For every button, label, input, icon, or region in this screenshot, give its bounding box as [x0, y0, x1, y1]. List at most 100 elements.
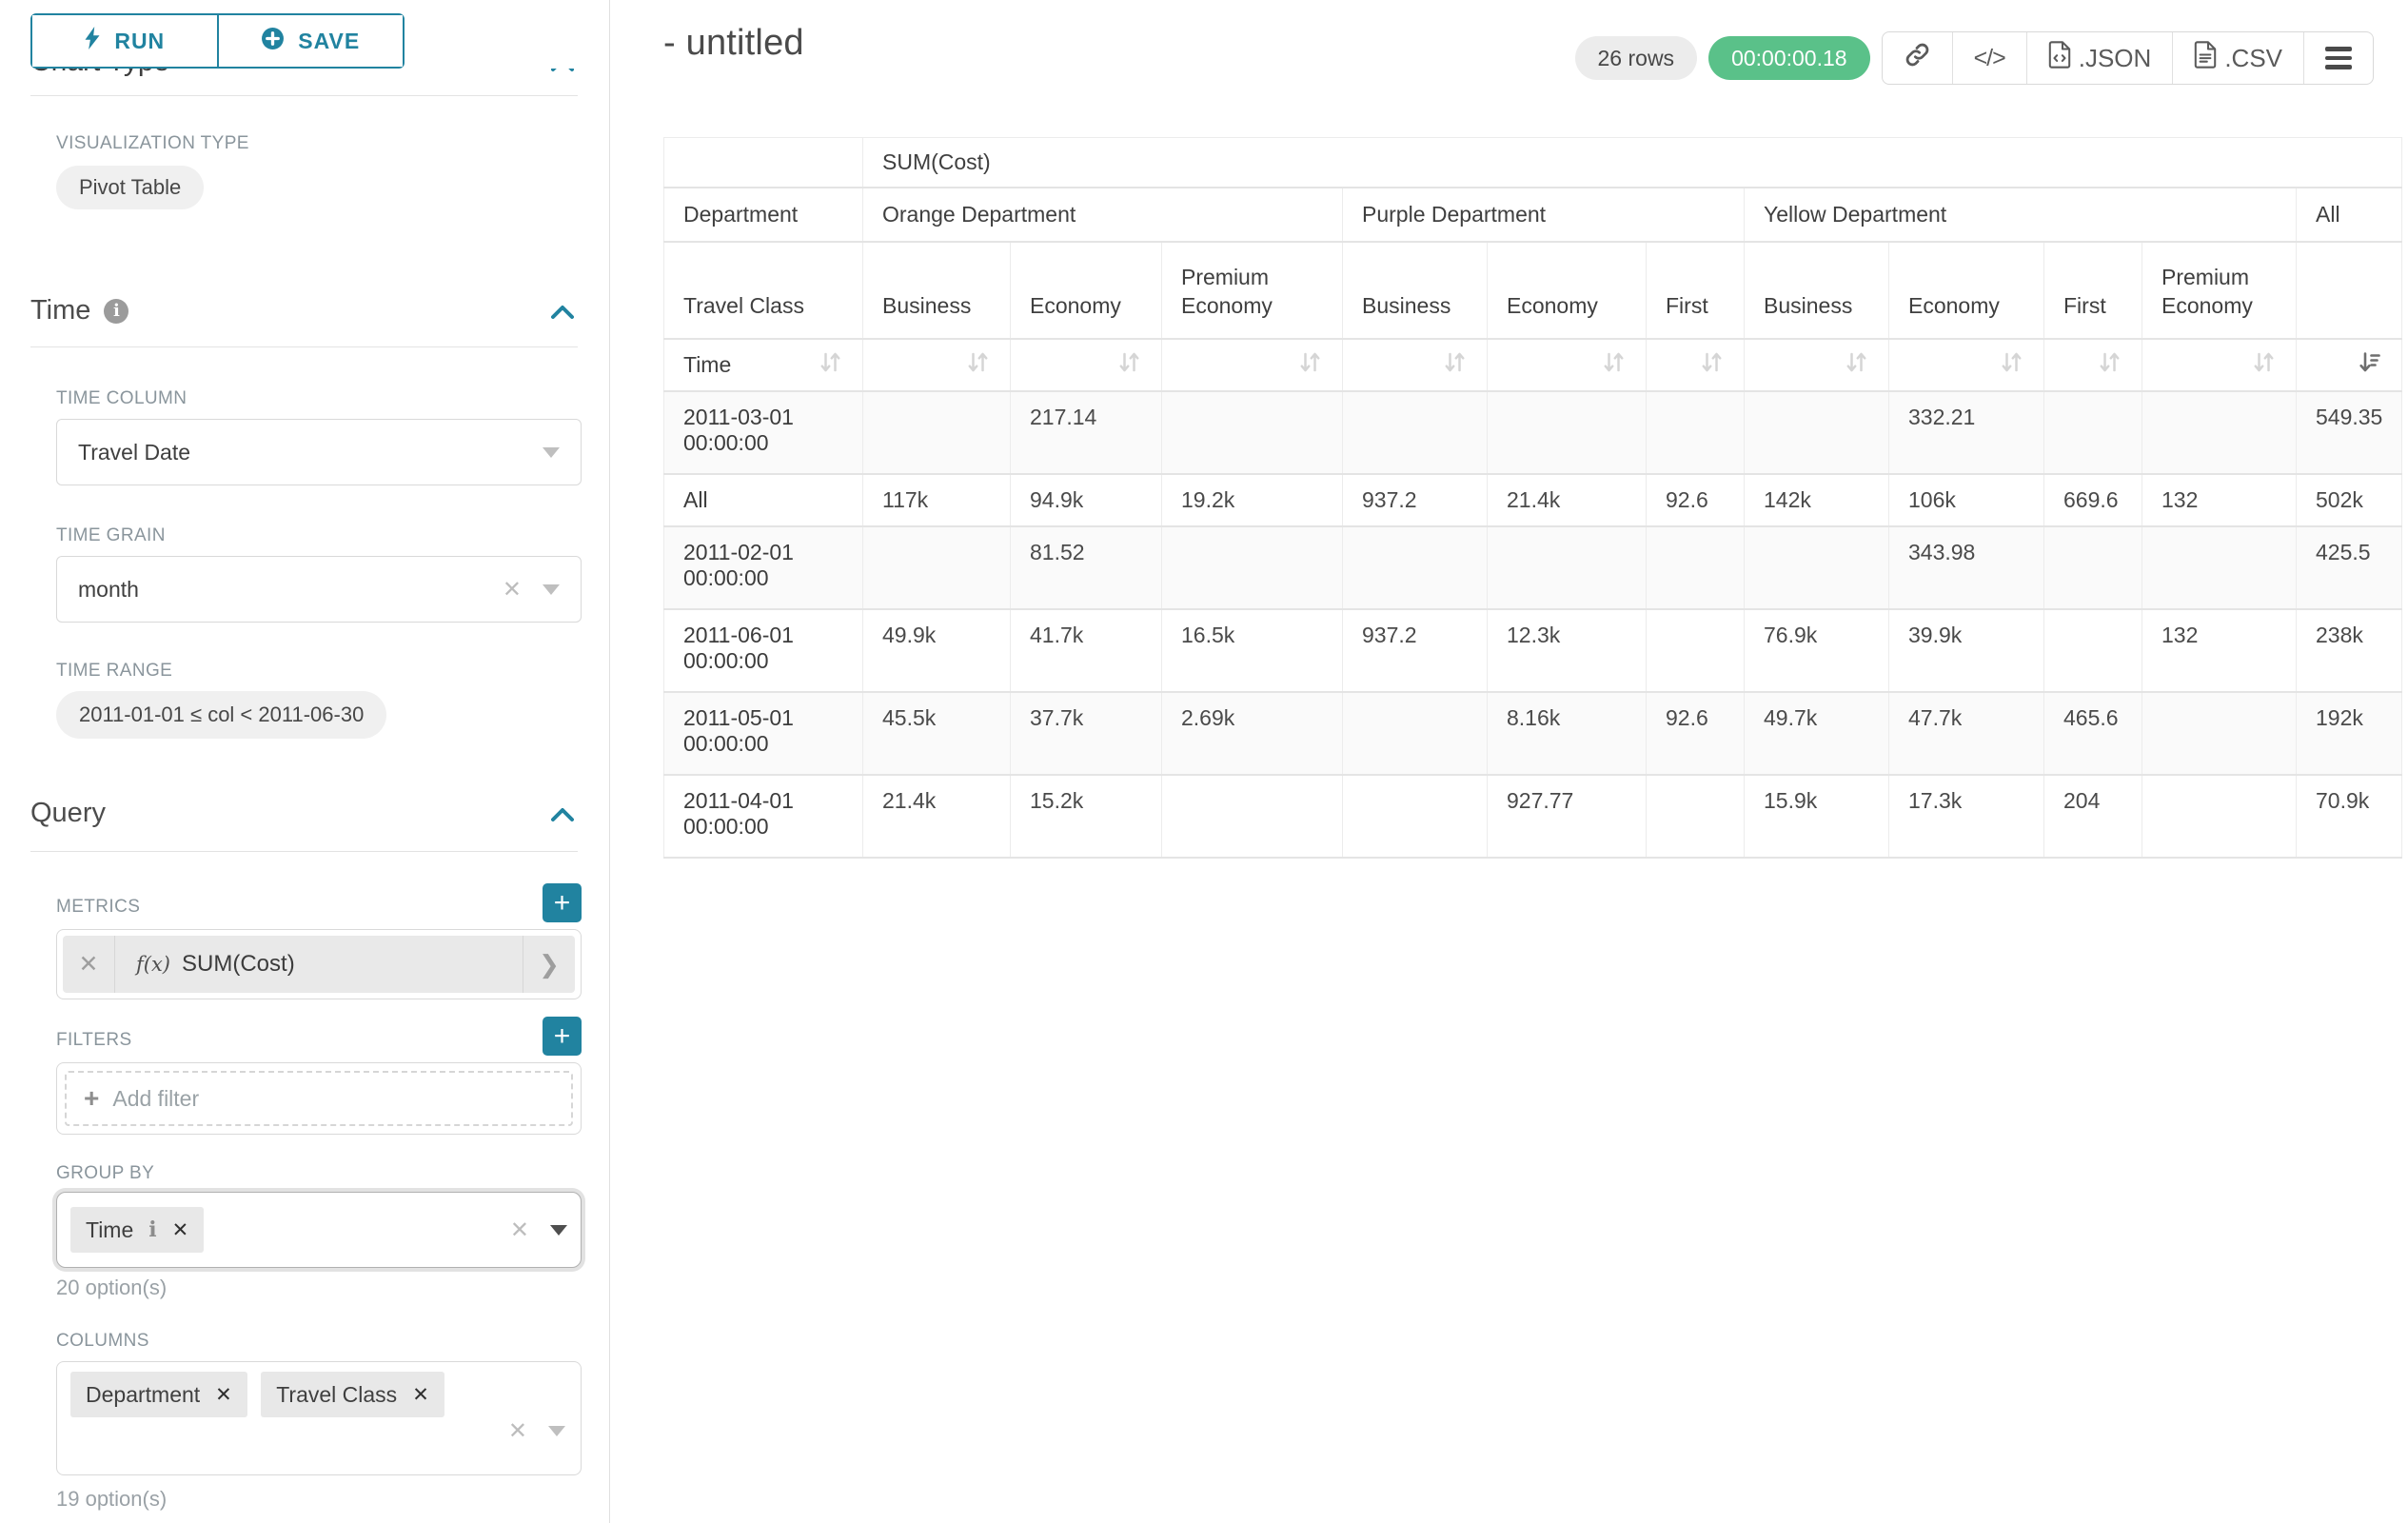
pivot-cell: 937.2	[1343, 609, 1488, 692]
add-metric-button[interactable]: +	[543, 883, 582, 922]
pivot-table: SUM(Cost)DepartmentOrange DepartmentPurp…	[663, 137, 2402, 859]
time-section-title: Time	[30, 295, 90, 326]
pivot-group-header: Orange Department	[863, 188, 1343, 242]
pivot-cell	[2044, 391, 2142, 474]
clear-icon[interactable]: ✕	[508, 1417, 527, 1445]
add-filter-button[interactable]: + Add filter	[65, 1071, 573, 1126]
chip-label: Department	[86, 1382, 200, 1408]
pivot-cell: 92.6	[1647, 692, 1745, 775]
chevron-down-icon[interactable]	[543, 447, 560, 458]
save-button[interactable]: SAVE	[217, 15, 404, 67]
section-divider	[30, 346, 578, 347]
sort-icon[interactable]	[1601, 349, 1627, 381]
time-section-collapse-chevron-icon[interactable]	[550, 303, 575, 326]
visualization-type-pill[interactable]: Pivot Table	[56, 166, 204, 209]
pivot-cell	[1343, 692, 1488, 775]
sort-icon[interactable]	[1442, 349, 1468, 381]
view-query-button[interactable]: </>	[1952, 32, 2026, 84]
pivot-row-label: 2011-04-01 00:00:00	[664, 775, 863, 858]
chevron-down-icon[interactable]	[543, 584, 560, 595]
filters-container: + Add filter	[56, 1062, 582, 1135]
pivot-cell	[1162, 526, 1343, 609]
add-filter-plus-button[interactable]: +	[543, 1017, 582, 1056]
sort-icon[interactable]	[1844, 349, 1869, 381]
remove-chip-icon[interactable]: ✕	[172, 1218, 189, 1242]
pivot-row-dim-header: Time	[664, 339, 863, 391]
group-by-chip-time[interactable]: Time i ✕	[70, 1207, 204, 1253]
query-section-collapse-chevron-icon[interactable]	[550, 805, 575, 829]
columns-options-hint: 19 option(s)	[56, 1487, 167, 1512]
sort-icon[interactable]	[1297, 349, 1323, 381]
pivot-cell: 39.9k	[1889, 609, 2044, 692]
pivot-class-header: First	[1647, 242, 1745, 339]
pivot-row-label: 2011-03-01 00:00:00	[664, 391, 863, 474]
pivot-row: 2011-04-01 00:00:0021.4k15.2k927.7715.9k…	[664, 775, 2402, 858]
run-button[interactable]: RUN	[32, 15, 217, 67]
time-column-select[interactable]: Travel Date	[56, 419, 582, 485]
export-csv-button[interactable]: .CSV	[2172, 32, 2303, 84]
run-button-label: RUN	[114, 29, 165, 54]
sort-icon[interactable]	[1116, 349, 1142, 381]
remove-chip-icon[interactable]: ✕	[412, 1383, 429, 1407]
sort-icon[interactable]	[818, 349, 843, 381]
sort-icon[interactable]	[1999, 349, 2024, 381]
pivot-cell: 238k	[2297, 609, 2402, 692]
pivot-cell: 37.7k	[1011, 692, 1162, 775]
plus-circle-icon	[261, 27, 285, 56]
clear-icon[interactable]: ✕	[510, 1216, 529, 1244]
sort-icon[interactable]	[965, 349, 991, 381]
pivot-cell: 937.2	[1343, 474, 1488, 526]
sort-desc-active-icon[interactable]	[2357, 349, 2382, 381]
pivot-row-label: 2011-02-01 00:00:00	[664, 526, 863, 609]
chart-title[interactable]: - untitled	[663, 23, 804, 64]
pivot-cell	[1162, 391, 1343, 474]
pivot-cell: 15.9k	[1745, 775, 1889, 858]
remove-metric-icon[interactable]: ✕	[63, 936, 115, 993]
chevron-down-icon[interactable]	[548, 1426, 565, 1436]
remove-chip-icon[interactable]: ✕	[215, 1383, 232, 1407]
sort-icon[interactable]	[2097, 349, 2122, 381]
metrics-label: METRICS	[56, 897, 140, 918]
pivot-col-dim-label: Department	[664, 188, 863, 242]
sort-icon[interactable]	[2251, 349, 2277, 381]
chevron-right-icon[interactable]: ❯	[523, 936, 575, 993]
pivot-cell	[1647, 775, 1745, 858]
pivot-cell	[1745, 526, 1889, 609]
chip-label: Travel Class	[276, 1382, 397, 1408]
group-by-select[interactable]: Time i ✕ ✕	[56, 1192, 582, 1268]
pivot-cell: 669.6	[2044, 474, 2142, 526]
time-grain-select[interactable]: month ✕	[56, 556, 582, 623]
section-divider	[30, 95, 578, 96]
metric-pill[interactable]: ✕ f(x) SUM(Cost) ❯	[63, 936, 575, 993]
columns-chip-department[interactable]: Department ✕	[70, 1372, 247, 1417]
share-link-button[interactable]	[1883, 32, 1952, 84]
chevron-down-icon[interactable]	[550, 1225, 567, 1236]
export-button-group: </> .JSON .CSV	[1882, 31, 2374, 85]
export-json-button[interactable]: .JSON	[2026, 32, 2173, 84]
pivot-cell: 106k	[1889, 474, 2044, 526]
pivot-cell: 465.6	[2044, 692, 2142, 775]
clear-icon[interactable]: ✕	[503, 576, 522, 603]
pivot-row: 2011-03-01 00:00:00217.14332.21549.35	[664, 391, 2402, 474]
columns-select[interactable]: Department ✕ Travel Class ✕ ✕	[56, 1361, 582, 1475]
pivot-group-header: Purple Department	[1343, 188, 1745, 242]
sort-icon[interactable]	[1699, 349, 1725, 381]
pivot-cell	[1343, 526, 1488, 609]
hamburger-menu-icon	[2325, 47, 2352, 69]
pivot-cell	[2142, 775, 2297, 858]
time-range-pill[interactable]: 2011-01-01 ≤ col < 2011-06-30	[56, 691, 386, 739]
time-grain-value: month	[78, 577, 503, 603]
file-text-icon	[2194, 41, 2217, 75]
pivot-sort-cell	[2142, 339, 2297, 391]
code-icon: </>	[1974, 45, 2005, 72]
save-button-label: SAVE	[298, 29, 360, 54]
chart-menu-button[interactable]	[2303, 32, 2373, 84]
pivot-class-header: Economy	[1889, 242, 2044, 339]
info-icon: i	[104, 299, 128, 324]
query-section-header: Query	[30, 798, 106, 829]
columns-chip-travel-class[interactable]: Travel Class ✕	[261, 1372, 444, 1417]
pivot-sort-cell	[1745, 339, 1889, 391]
pivot-sort-cell	[863, 339, 1011, 391]
visualization-type-label: VISUALIZATION TYPE	[56, 133, 249, 154]
plus-icon: +	[84, 1085, 99, 1112]
